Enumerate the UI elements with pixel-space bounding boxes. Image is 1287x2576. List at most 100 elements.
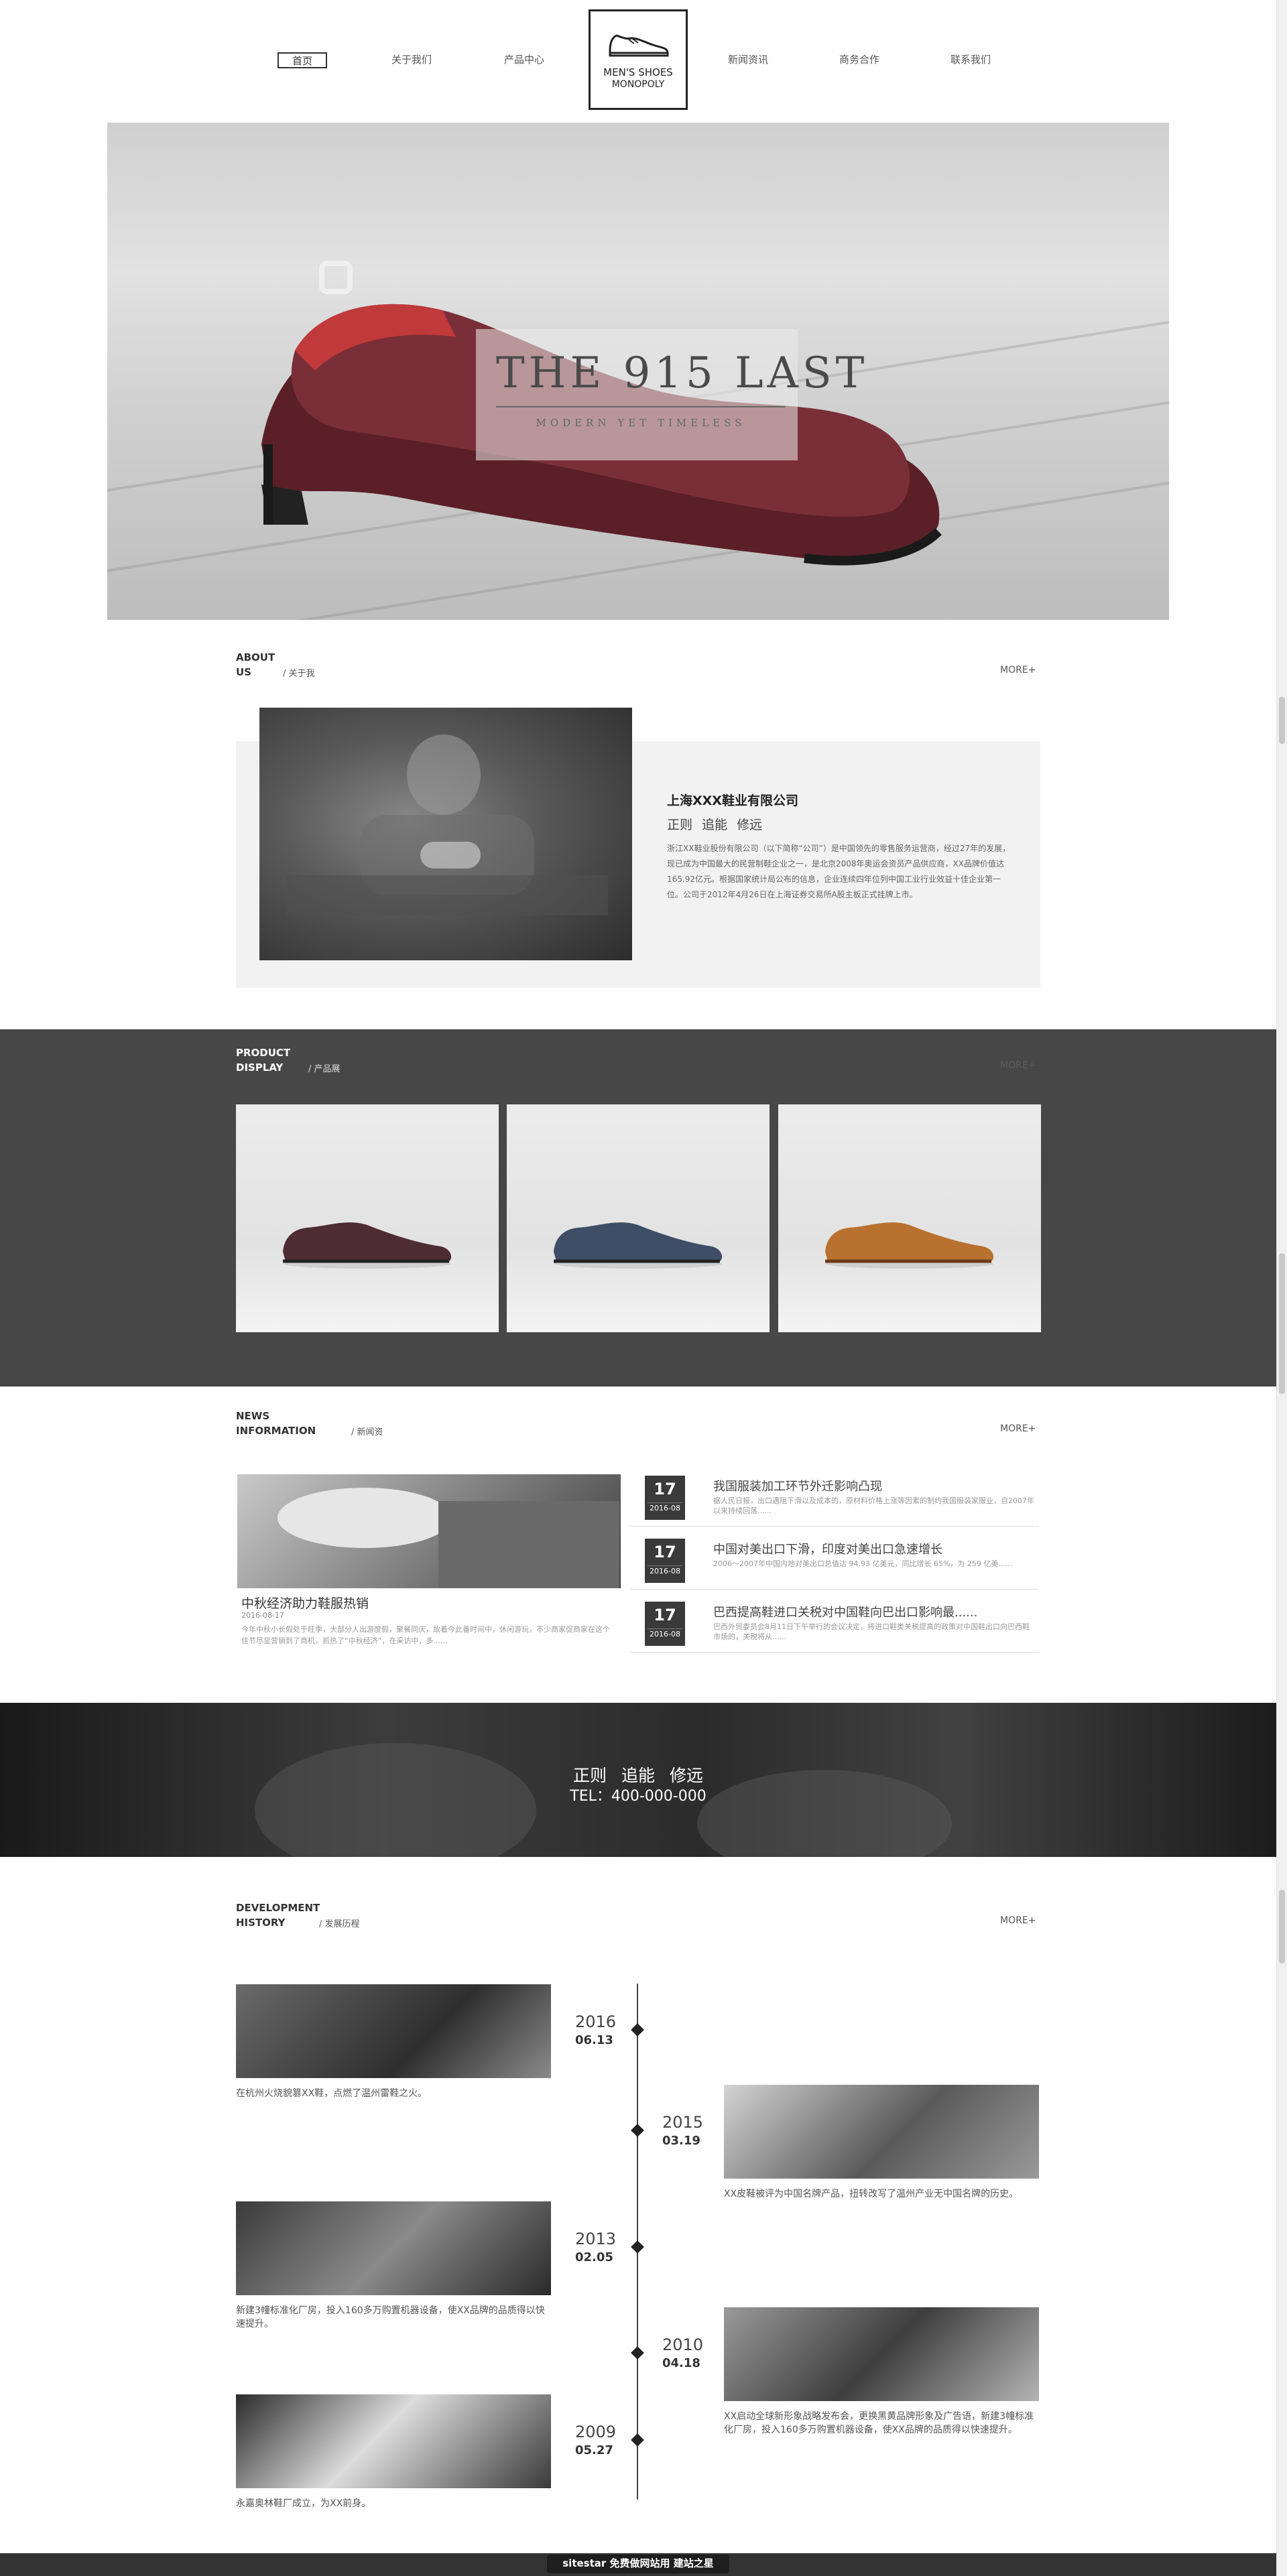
timeline-date: 05.27	[575, 2443, 613, 2457]
timeline-marker	[631, 2124, 644, 2137]
news-month: 2016-08	[648, 1565, 682, 1577]
news-title: NEWS INFORMATION	[236, 1409, 316, 1438]
news-featured-image[interactable]	[237, 1474, 621, 1588]
timeline-marker	[631, 2433, 644, 2447]
news-month: 2016-08	[648, 1502, 682, 1514]
timeline-year: 2009	[575, 2423, 617, 2441]
hero-title: THE 915 LAST	[496, 348, 869, 398]
news-more-link[interactable]: MORE+	[1000, 1423, 1036, 1434]
timeline-photo-2010	[724, 2307, 1039, 2401]
photo-shape	[278, 1488, 452, 1548]
page: { "nav": { "items": ["首页", "关于我们", "产品中心…	[0, 0, 1287, 2576]
news-date-badge: 17 2016-08	[645, 1539, 685, 1583]
site-logo[interactable]: MEN'S SHOES MONOPOLY	[589, 9, 688, 110]
about-motto: 正则 追能 修远	[667, 818, 763, 832]
news-day: 17	[654, 1543, 676, 1561]
timeline-date: 03.19	[662, 2134, 700, 2148]
news-item-title[interactable]: 我国服装加工环节外迁影响凸现	[713, 1477, 882, 1494]
history-more-link[interactable]: MORE+	[1000, 1915, 1036, 1926]
sitestar-badge[interactable]: sitestar 免费做网站用 建站之星	[547, 2555, 729, 2573]
timeline-photo-2016	[236, 1984, 551, 2078]
company-name: 上海XXX鞋业有限公司	[667, 793, 798, 808]
nav-business[interactable]: 商务合作	[839, 52, 879, 68]
timeline-caption: 永嘉奥林鞋厂成立，为XX前身。	[236, 2498, 371, 2509]
history-title-en-1: DEVELOPMENT	[236, 1902, 320, 1914]
news-title-cn: / 新闻资	[351, 1427, 383, 1437]
timeline-marker	[631, 2346, 644, 2360]
product-card-2[interactable]	[507, 1104, 770, 1332]
about-title-en-2: US	[236, 666, 251, 678]
product-more-link[interactable]: MORE+	[1000, 1060, 1036, 1071]
product-card-1[interactable]	[236, 1104, 499, 1332]
product-title-en-1: PRODUCT	[236, 1047, 291, 1059]
logo-line2: MONOPOLY	[611, 79, 665, 90]
history-title-en-2: HISTORY	[236, 1917, 286, 1929]
photo-shape	[407, 734, 481, 815]
news-month: 2016-08	[648, 1628, 682, 1640]
scrollbar-thumb-tertiary[interactable]	[1279, 1890, 1285, 1963]
craftsman-photo	[259, 708, 632, 960]
timeline-date: 04.18	[662, 2356, 700, 2370]
product-title-en-2: DISPLAY	[236, 1061, 284, 1074]
hero-subtitle: MODERN YET TIMELESS	[536, 417, 746, 429]
news-featured-title[interactable]: 中秋经济助力鞋服热销	[241, 1594, 369, 1612]
site-header: 首页 关于我们 产品中心 新闻资讯 商务合作 联系我们 MEN'S SHOES …	[0, 0, 1276, 121]
history-title: DEVELOPMENT HISTORY	[236, 1901, 320, 1930]
timeline-year: 2016	[575, 2012, 617, 2031]
shoe-logo-icon	[609, 34, 669, 57]
product-title: PRODUCT DISPLAY	[236, 1045, 290, 1075]
timeline-year: 2015	[662, 2113, 704, 2132]
timeline-caption: 新建3幢标准化厂房，投入160多万购置机器设备，使XX品牌的品质得以快速提升。	[236, 2305, 545, 2329]
logo-line1: MEN'S SHOES	[603, 66, 673, 78]
timeline-caption: XX皮鞋被评为中国名牌产品，扭转改写了温州产业无中国名牌的历史。	[724, 2189, 1019, 2199]
news-item-summary: 2006～2007年中国内地对美出口总值达 94.93 亿美元，同比增长 65%…	[713, 1559, 1013, 1568]
news-date-badge: 17 2016-08	[645, 1602, 685, 1646]
timeline-date: 06.13	[575, 2033, 613, 2047]
nav-news[interactable]: 新闻资讯	[728, 52, 768, 68]
about-title-en-1: ABOUT	[236, 651, 275, 663]
news-day: 17	[654, 1606, 676, 1624]
news-date-badge: 17 2016-08	[645, 1476, 685, 1520]
photo-shape	[286, 875, 608, 915]
oxford-shoe-icon	[283, 1222, 452, 1269]
news-item-title[interactable]: 中国对美出口下滑，印度对美出口急速增长	[713, 1540, 942, 1557]
news-item-summary: 据人民日报，出口遇阻下滑以及成本的，原材料价格上涨等因素的制约我国服装家服业，自…	[713, 1496, 1034, 1515]
about-title-cn: / 关于我	[283, 669, 315, 679]
timeline-marker	[631, 2023, 644, 2037]
product-title-cn: / 产品展	[308, 1064, 341, 1074]
timeline-photo-2015	[724, 2085, 1039, 2179]
news-day: 17	[654, 1480, 676, 1498]
timeline-caption: XX启动全球新形象战略发布会，更换黑黄品牌形象及广告语，新建3幢标准化厂房，投入…	[724, 2411, 1034, 2435]
banner-motto: 正则 追能 修远	[573, 1766, 703, 1785]
timeline-photo-2013	[236, 2201, 551, 2295]
nav-about[interactable]: 关于我们	[391, 52, 432, 68]
news-list-item[interactable]: 17 2016-08 我国服装加工环节外迁影响凸现 据人民日报，出口遇阻下滑以及…	[630, 1469, 1039, 1527]
timeline-year: 2010	[662, 2335, 704, 2354]
news-featured-date: 2016-08-17	[241, 1611, 284, 1620]
news-item-title[interactable]: 巴西提高鞋进口关税对中国鞋向巴出口影响最......	[713, 1603, 977, 1620]
timeline-marker	[631, 2240, 644, 2254]
about-title: ABOUT US	[236, 650, 275, 680]
photo-shape	[420, 842, 481, 868]
hero-divider	[496, 406, 786, 407]
nav-home[interactable]: 首页	[278, 52, 328, 68]
page-scrollbar[interactable]	[1276, 0, 1287, 2576]
history-title-cn: / 发展历程	[319, 1919, 360, 1929]
banner-tel: TEL：400-000-000	[570, 1788, 707, 1805]
scrollbar-thumb[interactable]	[1279, 697, 1285, 744]
news-item-summary: 巴西外贸委员会8月11日下午举行的会议决定，将进口鞋类关税提高的政策对中国鞋出口…	[713, 1622, 1030, 1641]
derby-shoe-icon	[825, 1222, 994, 1269]
product-card-3[interactable]	[778, 1104, 1041, 1332]
news-featured-summary: 今年中秋小长假处于旺季，大部分人出游度假，聚餐同庆，故着今此番时间中，休闲游玩，…	[241, 1625, 610, 1645]
timeline-photo-2009	[236, 2394, 551, 2488]
timeline-year: 2013	[575, 2230, 617, 2248]
about-more-link[interactable]: MORE+	[1000, 665, 1036, 675]
nav-products[interactable]: 产品中心	[504, 52, 544, 68]
nav-contact[interactable]: 联系我们	[951, 52, 991, 68]
news-list-item[interactable]: 17 2016-08 巴西提高鞋进口关税对中国鞋向巴出口影响最...... 巴西…	[630, 1595, 1039, 1653]
news-title-en-1: NEWS	[236, 1410, 270, 1422]
scrollbar-thumb-secondary[interactable]	[1279, 1253, 1285, 1394]
timeline-caption: 在杭州火烧貌篡XX鞋，点燃了温州雷鞋之火。	[236, 2088, 428, 2099]
news-list-item[interactable]: 17 2016-08 中国对美出口下滑，印度对美出口急速增长 2006～2007…	[630, 1532, 1039, 1590]
about-description: 浙江XX鞋业股份有限公司（以下简称“公司”）是中国领先的零售服务运营商，经过27…	[667, 844, 1011, 899]
